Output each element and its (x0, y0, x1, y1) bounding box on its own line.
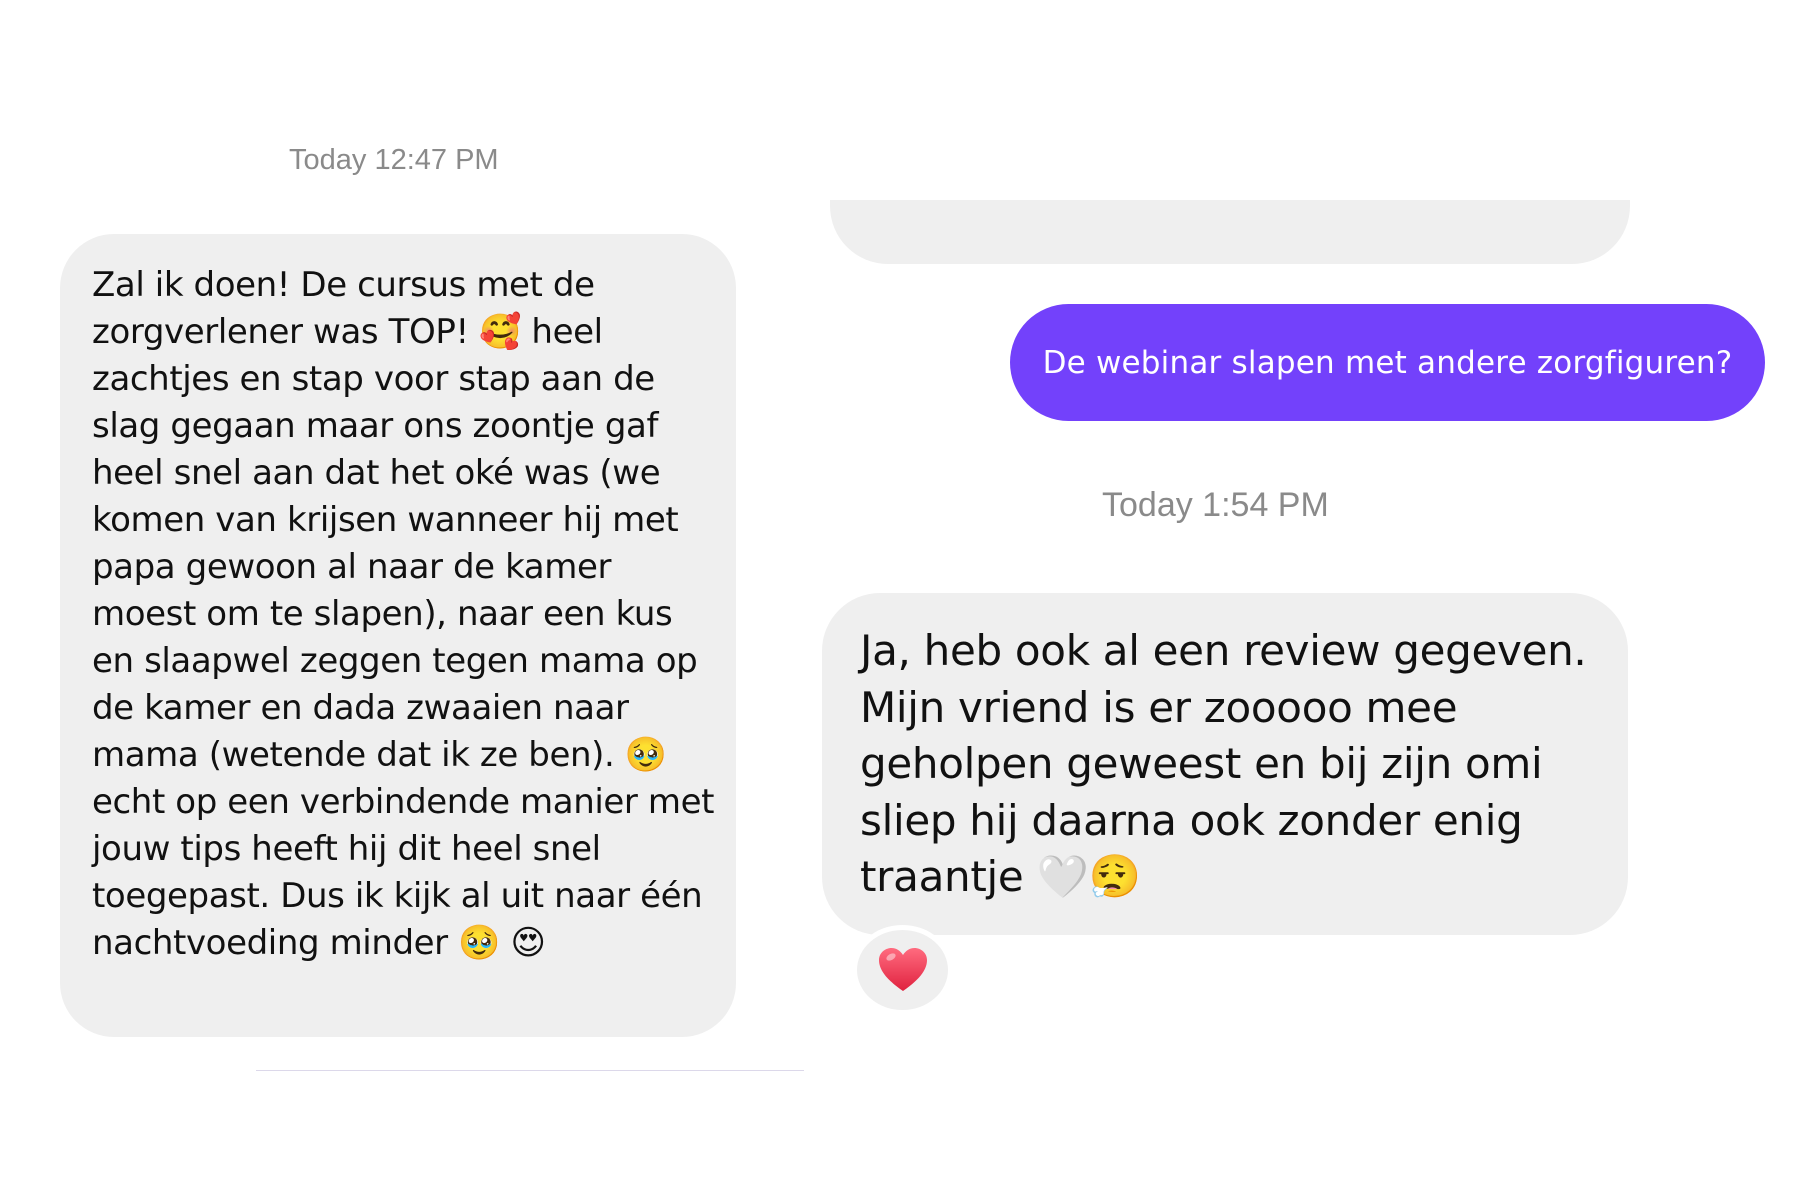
divider (256, 1070, 804, 1071)
outgoing-message-bubble[interactable]: De webinar slapen met andere zorgfiguren… (1010, 304, 1765, 421)
cropped-message-bubble (830, 200, 1630, 264)
incoming-message-bubble[interactable]: Zal ik doen! De cursus met de zorgverlen… (60, 234, 736, 1037)
incoming-message-bubble[interactable]: Ja, heb ook al een review gegeven. Mijn … (822, 593, 1628, 935)
message-reaction[interactable] (852, 925, 953, 1015)
timestamp-first: Today 12:47 PM (289, 144, 499, 176)
red-heart-icon (878, 948, 927, 991)
timestamp-second: Today 1:54 PM (1102, 486, 1329, 524)
